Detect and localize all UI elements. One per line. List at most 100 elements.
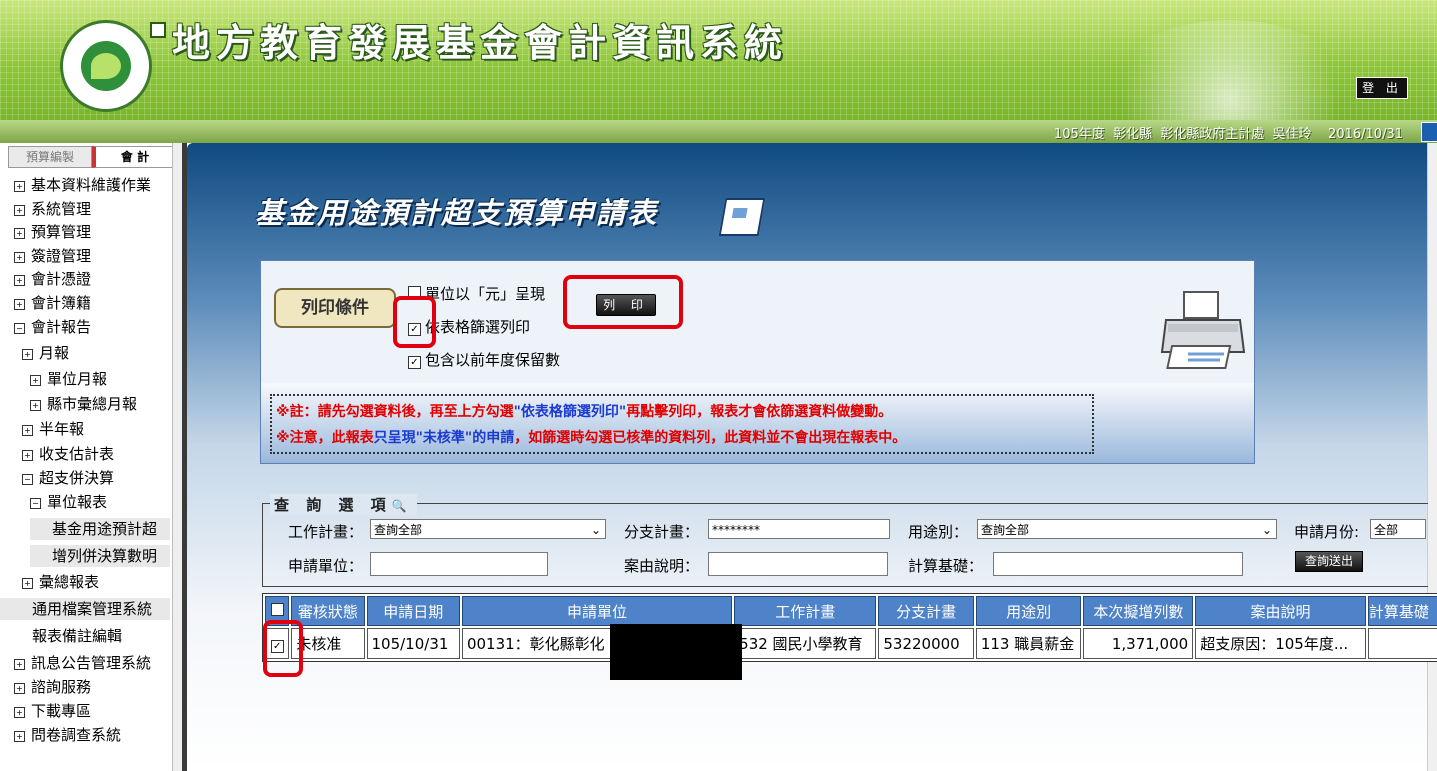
sidebar-item-monthly[interactable]: + 月報 bbox=[22, 342, 69, 364]
branch-cell: 53220000 bbox=[878, 628, 974, 659]
sidebar-item-label: 基金用途預計超 bbox=[52, 520, 158, 538]
month-select[interactable]: 全部 bbox=[1370, 519, 1426, 539]
sidebar-item-half-year[interactable]: + 半年報 bbox=[22, 418, 84, 440]
expand-icon: + bbox=[30, 375, 41, 386]
sidebar-item-ledgers[interactable]: + 會計簿籍 bbox=[14, 292, 91, 314]
column-header[interactable]: 審核狀態 bbox=[291, 596, 365, 626]
query-submit-button[interactable]: 查詢送出 bbox=[1295, 551, 1363, 572]
sidebar-item-vouchers[interactable]: + 會計憑證 bbox=[14, 268, 91, 290]
note-text: 再點擊列印，報表才會依篩選資料做變動。 bbox=[626, 404, 893, 420]
chevron-down-icon: ⌄ bbox=[1261, 523, 1272, 537]
date-cell: 105/10/31 bbox=[366, 628, 460, 659]
main-scrollbar[interactable] bbox=[1427, 143, 1437, 771]
basis-cell bbox=[1367, 628, 1437, 659]
usage-label: 用途別： bbox=[908, 523, 969, 541]
search-icon[interactable] bbox=[1421, 122, 1437, 142]
expand-icon: + bbox=[30, 400, 41, 411]
sidebar-item-budget[interactable]: + 預算管理 bbox=[14, 221, 91, 243]
unit-input[interactable] bbox=[370, 552, 548, 576]
sidebar-item-unit-reports[interactable]: − 單位報表 bbox=[30, 491, 107, 513]
select-value: 全部 bbox=[1374, 523, 1399, 537]
expand-icon: + bbox=[22, 578, 33, 589]
sidebar-item-label: 超支併決算 bbox=[39, 469, 115, 487]
results-table: 審核狀態 申請日期 申請單位 工作計畫 分支計畫 用途別 本次擬增列數 案由說明… bbox=[262, 593, 1437, 662]
sidebar-item-label: 下載專區 bbox=[31, 702, 92, 720]
column-header[interactable]: 申請日期 bbox=[366, 596, 460, 626]
tab-budget[interactable]: 預算編製 bbox=[8, 146, 92, 168]
tab-accounting[interactable]: 會 計 bbox=[92, 146, 175, 168]
column-header[interactable]: 計算基礎 bbox=[1367, 596, 1437, 626]
column-header[interactable]: 工作計畫 bbox=[734, 596, 877, 626]
option-include-reserved[interactable]: ✓ 包含以前年度保留數 bbox=[408, 349, 560, 370]
sidebar-item-label: 半年報 bbox=[39, 420, 85, 438]
ministry-logo bbox=[60, 20, 152, 112]
redaction-block bbox=[610, 624, 742, 680]
note-line-1: ※註：請先勾選資料後，再至上方勾選"依表格篩選列印"再點擊列印，報表才會依篩選資… bbox=[276, 401, 892, 421]
note-text: ※注意，此報表 bbox=[276, 430, 374, 446]
sidebar-item-added-settlement[interactable]: 增列併決算數明 bbox=[30, 545, 170, 567]
month-label: 申請月份: bbox=[1294, 523, 1360, 541]
sidebar-item-consulting[interactable]: + 諮詢服務 bbox=[14, 676, 91, 698]
sidebar-item-certification[interactable]: + 簽證管理 bbox=[14, 245, 91, 267]
logout-button[interactable]: 登 出 bbox=[1356, 77, 1408, 99]
results-table-wrap: 審核狀態 申請日期 申請單位 工作計畫 分支計畫 用途別 本次擬增列數 案由說明… bbox=[262, 593, 1437, 671]
document-icon bbox=[718, 198, 766, 236]
sidebar-item-label: 月報 bbox=[39, 344, 70, 362]
column-header[interactable]: 本次擬增列數 bbox=[1083, 596, 1194, 626]
highlight-filter-checkbox bbox=[393, 296, 436, 348]
sidebar-item-survey[interactable]: + 問卷調查系統 bbox=[14, 724, 121, 746]
sidebar-item-announcements[interactable]: + 訊息公告管理系統 bbox=[14, 652, 151, 674]
sidebar-item-label: 單位報表 bbox=[47, 493, 108, 511]
sidebar-item-label: 諮詢服務 bbox=[31, 678, 92, 696]
user-info: 105年度 彰化縣 彰化縣政府主計處 吳佳玲 2016/10/31 bbox=[1053, 127, 1403, 142]
sidebar-item-report-notes[interactable]: 報表備註編輯 bbox=[0, 625, 170, 647]
option-label: 單位以「元」呈現 bbox=[425, 285, 546, 303]
highlight-print-button bbox=[563, 275, 683, 329]
sidebar-item-label: 基本資料維護作業 bbox=[31, 176, 152, 194]
checkbox-include-reserved[interactable]: ✓ bbox=[408, 356, 421, 369]
sidebar-item-label: 預算管理 bbox=[31, 223, 92, 241]
table-row[interactable]: ✓ 未核准 105/10/31 00131：彰化縣彰化 532 國民小學教育 5… bbox=[265, 628, 1437, 659]
branch-plan-label: 分支計畫： bbox=[624, 523, 700, 541]
column-header[interactable]: 用途別 bbox=[975, 596, 1082, 626]
expand-icon: + bbox=[14, 275, 25, 286]
sidebar-item-label: 訊息公告管理系統 bbox=[31, 654, 152, 672]
sidebar-item-label: 報表備註編輯 bbox=[32, 627, 123, 645]
note-highlight: "依表格篩選列印" bbox=[513, 404, 627, 420]
expand-icon: + bbox=[14, 659, 25, 670]
work-plan-cell: 532 國民小學教育 bbox=[734, 628, 877, 659]
column-header[interactable]: 案由說明 bbox=[1195, 596, 1366, 626]
sidebar-item-overspend[interactable]: − 超支併決算 bbox=[22, 467, 114, 489]
sidebar-item-reports[interactable]: − 會計報告 bbox=[14, 316, 91, 338]
collapse-icon: − bbox=[14, 323, 25, 334]
sidebar-item-downloads[interactable]: + 下載專區 bbox=[14, 700, 91, 722]
work-plan-select[interactable]: 查詢全部 ⌄ bbox=[370, 519, 606, 539]
select-all-checkbox[interactable] bbox=[270, 603, 284, 616]
note-highlight: 只呈現"未核準"的申請 bbox=[373, 430, 515, 446]
sidebar-item-label: 縣市彙總月報 bbox=[47, 395, 138, 413]
collapse-icon: − bbox=[22, 474, 33, 485]
sidebar-item-fund-usage-report[interactable]: 基金用途預計超 bbox=[30, 518, 170, 540]
sidebar-item-label: 會計憑證 bbox=[31, 270, 92, 288]
basis-input[interactable] bbox=[993, 552, 1243, 576]
expand-icon: + bbox=[14, 205, 25, 216]
expand-icon: + bbox=[22, 425, 33, 436]
page-title: 基金用途預計超支預算申請表 bbox=[255, 196, 659, 230]
branch-plan-input[interactable]: ******** bbox=[708, 519, 890, 539]
collapse-icon: − bbox=[30, 498, 41, 509]
sidebar-item-file-management[interactable]: 通用檔案管理系統 bbox=[0, 598, 170, 620]
sidebar-item-estimate[interactable]: + 收支估計表 bbox=[22, 443, 114, 465]
sidebar-item-unit-monthly[interactable]: + 單位月報 bbox=[30, 368, 107, 390]
note-text: ，如篩選時勾選已核準的資料列，此資料並不會出現在報表中。 bbox=[514, 430, 907, 446]
column-header[interactable]: 分支計畫 bbox=[878, 596, 974, 626]
expand-icon: + bbox=[14, 228, 25, 239]
sidebar-item-system[interactable]: + 系統管理 bbox=[14, 198, 91, 220]
sidebar-item-county-monthly[interactable]: + 縣市彙總月報 bbox=[30, 393, 137, 415]
usage-select[interactable]: 查詢全部 ⌄ bbox=[977, 519, 1277, 539]
expand-icon: + bbox=[14, 683, 25, 694]
sidebar-item-basic-data[interactable]: + 基本資料維護作業 bbox=[14, 174, 151, 196]
sidebar-item-summary-reports[interactable]: + 彙總報表 bbox=[22, 571, 99, 593]
reason-input[interactable] bbox=[708, 552, 888, 576]
column-header[interactable]: 申請單位 bbox=[461, 596, 733, 626]
expand-icon: + bbox=[14, 707, 25, 718]
